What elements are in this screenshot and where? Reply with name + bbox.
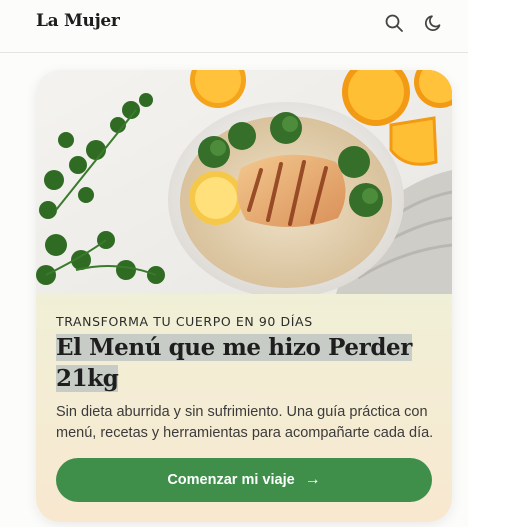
page: La Mujer TRANSFORMA TU CUERPO EN 90 DÍAS… (0, 0, 468, 527)
start-journey-label: Comenzar mi viaje (167, 472, 295, 488)
search-icon (385, 14, 403, 32)
hero-eyebrow: TRANSFORMA TU CUERPO EN 90 DÍAS (56, 314, 313, 329)
top-header: La Mujer (0, 0, 468, 53)
hero-title-line1: El Menú que me hizo Perder (56, 334, 412, 361)
hero-card: TRANSFORMA TU CUERPO EN 90 DÍAS El Menú … (36, 70, 452, 522)
brand-logo[interactable]: La Mujer (36, 11, 120, 31)
hero-title: El Menú que me hizo Perder 21kg (56, 332, 436, 394)
hero-image (36, 70, 452, 294)
theme-toggle-button[interactable] (422, 11, 446, 35)
arrow-right-icon: → (304, 471, 321, 488)
start-journey-button[interactable]: Comenzar mi viaje → (56, 458, 432, 502)
hero-title-line2: 21kg (56, 365, 119, 392)
right-gutter (468, 0, 518, 527)
search-button[interactable] (382, 11, 406, 35)
hero-subtitle: Sin dieta aburrida y sin sufrimiento. Un… (56, 404, 434, 441)
moon-icon (424, 15, 441, 31)
